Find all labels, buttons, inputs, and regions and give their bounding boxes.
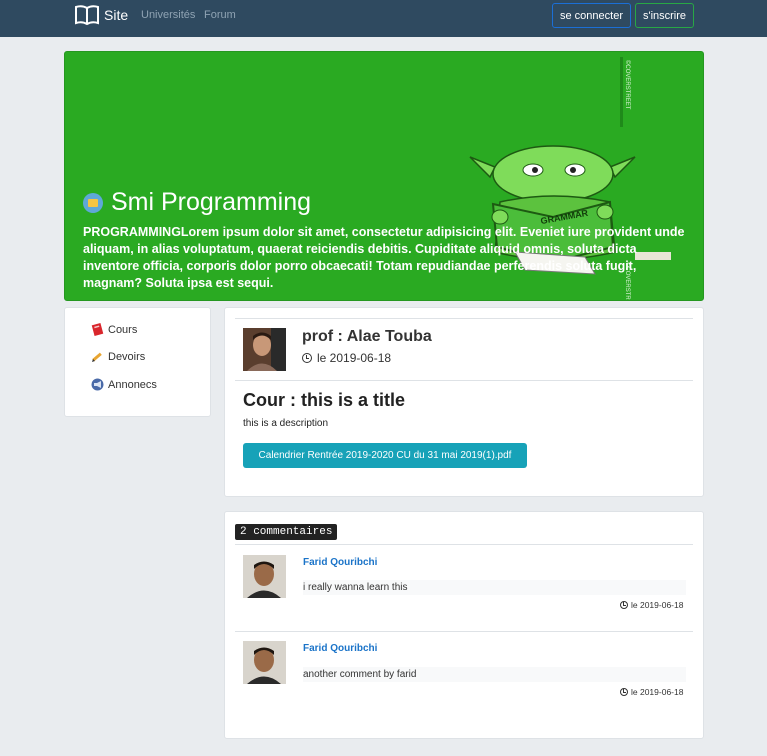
post-author: prof : Alae Touba bbox=[302, 328, 432, 345]
comments-card: 2 commentaires Farid Qouribchi i really … bbox=[224, 511, 704, 739]
sidebar-item-devoirs[interactable]: Devoirs bbox=[91, 350, 145, 363]
post-date-text: le 2019-06-18 bbox=[317, 351, 392, 365]
sidebar-item-cours[interactable]: Cours bbox=[91, 323, 137, 336]
divider bbox=[235, 380, 693, 381]
nav-link-universites[interactable]: Universités bbox=[141, 9, 195, 21]
avatar bbox=[243, 328, 286, 371]
signup-button[interactable]: s'inscrire bbox=[635, 3, 694, 28]
course-hero-banner: ©COVERSTREET ©COVERSTREET GRAMMAR Smi Pr… bbox=[64, 51, 704, 301]
clock-icon bbox=[302, 353, 312, 363]
post-date: le 2019-06-18 bbox=[302, 351, 391, 365]
comment-text: another comment by farid bbox=[303, 667, 686, 682]
brand-link[interactable]: Site bbox=[74, 4, 128, 26]
course-title-text: Smi Programming bbox=[111, 188, 312, 216]
avatar bbox=[243, 555, 286, 598]
divider bbox=[235, 631, 693, 632]
comment-date-text: le 2019-06-18 bbox=[631, 600, 684, 610]
divider bbox=[235, 544, 693, 545]
course-post-card: prof : Alae Touba le 2019-06-18 Cour : t… bbox=[224, 307, 704, 497]
login-button[interactable]: se connecter bbox=[552, 3, 631, 28]
comments-count-badge: 2 commentaires bbox=[235, 524, 338, 540]
course-logo-icon bbox=[83, 192, 103, 213]
watermark-top: ©COVERSTREET bbox=[624, 60, 631, 110]
megaphone-icon bbox=[91, 378, 104, 391]
post-description: this is a description bbox=[243, 418, 329, 429]
comment-date: le 2019-06-18 bbox=[620, 687, 683, 697]
course-sidebar: Cours Devoirs Annonecs bbox=[64, 307, 211, 417]
sidebar-item-label: Devoirs bbox=[108, 350, 146, 363]
pencil-icon bbox=[92, 352, 102, 362]
clock-icon bbox=[620, 601, 628, 609]
post-title: Cour : this is a title bbox=[243, 390, 406, 410]
sidebar-item-label: Annonecs bbox=[108, 378, 157, 391]
sidebar-item-label: Cours bbox=[108, 323, 138, 336]
download-file-button[interactable]: Calendrier Rentrée 2019-2020 CU du 31 ma… bbox=[243, 443, 527, 468]
comment-date-text: le 2019-06-18 bbox=[631, 687, 684, 697]
open-book-icon bbox=[75, 5, 99, 26]
avatar bbox=[243, 641, 286, 684]
clock-icon bbox=[620, 688, 628, 696]
brand-label: Site bbox=[104, 7, 129, 23]
course-description: PROGRAMMINGLorem ipsum dolor sit amet, c… bbox=[83, 225, 685, 290]
course-title: Smi Programming bbox=[83, 188, 311, 217]
comment-author[interactable]: Farid Qouribchi bbox=[303, 643, 377, 654]
nav-link-forum[interactable]: Forum bbox=[204, 9, 236, 21]
divider bbox=[235, 318, 693, 319]
navbar: Site Universités Forum se connecter s'in… bbox=[0, 0, 767, 37]
comment-text: i really wanna learn this bbox=[303, 580, 686, 595]
red-book-icon bbox=[91, 323, 104, 336]
comment-date: le 2019-06-18 bbox=[620, 600, 683, 610]
sidebar-item-annonces[interactable]: Annonecs bbox=[91, 378, 157, 391]
comment-author[interactable]: Farid Qouribchi bbox=[303, 557, 377, 568]
